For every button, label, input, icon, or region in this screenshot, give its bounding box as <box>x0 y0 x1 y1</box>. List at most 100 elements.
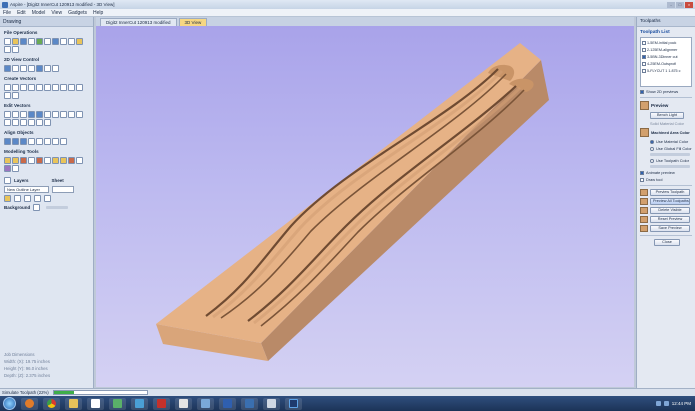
circle-icon[interactable] <box>4 84 11 91</box>
layer-lock-icon[interactable] <box>14 195 21 202</box>
network-icon[interactable] <box>655 401 661 406</box>
menu-model[interactable]: Model <box>32 10 46 16</box>
align-bottom-icon[interactable] <box>36 138 43 145</box>
explorer-icon[interactable] <box>65 397 82 410</box>
toolpath-checkbox[interactable] <box>642 68 646 73</box>
align-left-icon[interactable] <box>12 138 19 145</box>
distribute-icon[interactable] <box>60 138 67 145</box>
fill-color-slider[interactable] <box>650 153 690 156</box>
new-file-icon[interactable] <box>4 38 11 45</box>
toolpath-checkbox[interactable] <box>642 54 646 59</box>
offset-icon[interactable] <box>76 111 83 118</box>
import-vectors-icon[interactable] <box>28 38 35 45</box>
snap-grid-icon[interactable] <box>52 65 59 72</box>
menu-help[interactable]: Help <box>93 10 103 16</box>
trace-bitmap-icon[interactable] <box>12 92 19 99</box>
align-right-icon[interactable] <box>20 138 27 145</box>
layer-color-icon[interactable] <box>24 195 31 202</box>
list-item[interactable]: 4-25EM-Outsprofi <box>642 60 690 67</box>
maximize-button[interactable]: □ <box>676 1 684 8</box>
arc-icon[interactable] <box>52 84 59 91</box>
animate-preview-checkbox[interactable] <box>640 170 644 175</box>
word-icon[interactable] <box>219 397 236 410</box>
media-icon[interactable] <box>87 397 104 410</box>
menu-file[interactable]: File <box>3 10 11 16</box>
sheet-dropdown[interactable] <box>52 186 74 193</box>
mirror-icon[interactable] <box>20 111 27 118</box>
3d-viewport[interactable] <box>96 26 634 387</box>
viewer-icon[interactable] <box>131 397 148 410</box>
ellipse-icon[interactable] <box>12 84 19 91</box>
job-setup-icon[interactable] <box>52 38 59 45</box>
tab-3d-view[interactable]: 3D View <box>178 18 208 26</box>
show-2d-previews-row[interactable]: Show 2D previews <box>637 88 695 95</box>
tilt-icon[interactable] <box>60 157 67 164</box>
list-item[interactable]: 5-FLYCUT 1 1.875 c <box>642 67 690 74</box>
firefox-icon[interactable] <box>21 397 38 410</box>
sculpt-icon[interactable] <box>28 157 35 164</box>
pdf-icon[interactable] <box>175 397 192 410</box>
cut-icon[interactable] <box>60 38 67 45</box>
drawing-tab[interactable]: Drawing <box>0 17 93 27</box>
reset-preview-button[interactable]: Reset Preview <box>650 216 690 223</box>
create-shape-icon[interactable] <box>4 157 11 164</box>
ungroup-icon[interactable] <box>36 111 43 118</box>
photoshop-icon[interactable] <box>285 397 302 410</box>
delete-visible-button[interactable]: Delete Visible <box>650 207 690 214</box>
background-toggle-icon[interactable] <box>33 204 41 211</box>
menu-gadgets[interactable]: Gadgets <box>68 10 87 16</box>
zoom-selection-icon[interactable] <box>44 65 51 72</box>
use-global-fill-radio[interactable] <box>650 146 654 151</box>
photo-icon[interactable] <box>109 397 126 410</box>
vectric-icon[interactable] <box>241 397 258 410</box>
align-center-icon[interactable] <box>4 138 11 145</box>
bench-light-button[interactable]: Bench Light <box>650 112 684 119</box>
app-icon[interactable] <box>197 397 214 410</box>
transform-icon[interactable] <box>12 111 19 118</box>
close-panel-button[interactable]: Close <box>654 239 680 246</box>
close-button[interactable]: × <box>685 1 693 8</box>
curve-fit-icon[interactable] <box>12 119 19 126</box>
import-component-icon[interactable] <box>44 38 51 45</box>
background-slider[interactable] <box>46 206 69 209</box>
distort-icon[interactable] <box>68 157 75 164</box>
zoom-in-icon[interactable] <box>12 65 19 72</box>
bake-icon[interactable] <box>12 165 19 172</box>
layer-add-icon[interactable] <box>34 195 41 202</box>
fade-icon[interactable] <box>52 157 59 164</box>
layer-visibility-icon[interactable] <box>4 195 11 202</box>
preview-toolpath-button[interactable]: Preview Toolpath <box>650 189 690 196</box>
toolpath-checkbox[interactable] <box>642 40 646 45</box>
use-material-color-radio[interactable] <box>650 139 654 144</box>
toolpath-list[interactable]: 1-5EM-initial pock 2-125EM-alignmer 3-5B… <box>640 37 692 87</box>
use-toolpath-color-radio[interactable] <box>650 158 654 163</box>
intersect-icon[interactable] <box>68 111 75 118</box>
toolpath-color-slider[interactable] <box>650 165 690 168</box>
redo-icon[interactable] <box>12 46 19 53</box>
fillet-icon[interactable] <box>4 92 11 99</box>
save-preview-button[interactable]: Save Preview <box>650 225 690 232</box>
zoom-out-icon[interactable] <box>20 65 27 72</box>
smooth-icon[interactable] <box>20 119 27 126</box>
filezilla-icon[interactable] <box>153 397 170 410</box>
clock-time[interactable]: 12:44 PM <box>672 401 691 406</box>
toolpath-checkbox[interactable] <box>642 61 646 66</box>
join-icon[interactable] <box>44 111 51 118</box>
align-h-center-icon[interactable] <box>44 138 51 145</box>
component-icon[interactable] <box>76 157 83 164</box>
align-v-center-icon[interactable] <box>52 138 59 145</box>
align-top-icon[interactable] <box>28 138 35 145</box>
layer-delete-icon[interactable] <box>44 195 51 202</box>
tab-2d-view[interactable]: Digit2 InnerCut 120913 modified <box>100 18 177 26</box>
toolpath-checkbox[interactable] <box>642 47 646 52</box>
list-item[interactable]: 3-5BN-3Dinner cut <box>642 53 690 60</box>
polyline-icon[interactable] <box>44 84 51 91</box>
text-icon[interactable] <box>60 84 67 91</box>
node-edit-icon[interactable] <box>4 111 11 118</box>
zoom-extents-icon[interactable] <box>4 65 11 72</box>
trim-icon[interactable] <box>4 119 11 126</box>
smooth-model-icon[interactable] <box>44 157 51 164</box>
dimension-icon[interactable] <box>76 84 83 91</box>
text-on-curve-icon[interactable] <box>68 84 75 91</box>
zoom-box-icon[interactable] <box>36 65 43 72</box>
